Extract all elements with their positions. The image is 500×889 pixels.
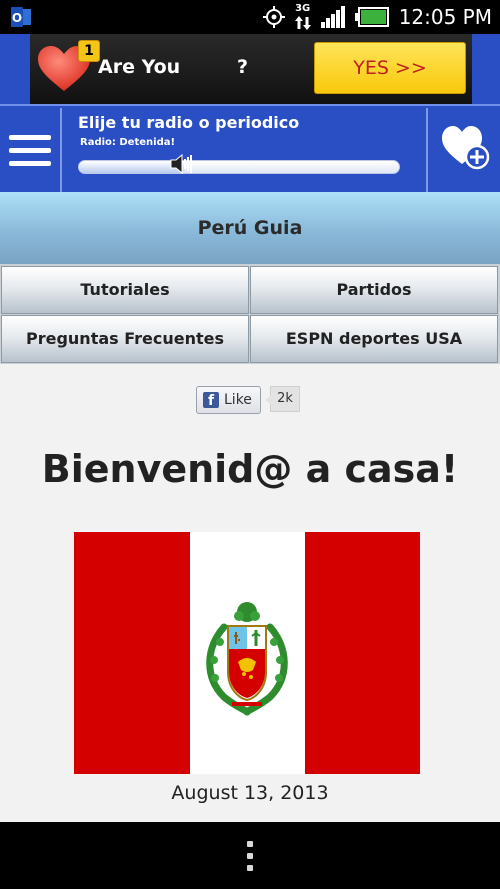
add-favorite-button[interactable] [430,108,500,192]
flag-red-right [305,532,420,774]
bottom-navigation-bar [0,822,500,889]
battery-icon [354,7,389,27]
post-date: August 13, 2013 [171,782,329,804]
like-count: 2k [265,386,300,412]
svg-text:O: O [12,11,22,25]
nav-partidos[interactable]: Partidos [250,266,498,314]
overflow-menu-button[interactable] [240,839,260,873]
nav-grid: Tutoriales Partidos Preguntas Frecuentes… [0,264,500,364]
ad-banner-area: 1 Are You ? YES >> [0,34,500,104]
welcome-heading: Bienvenid@ a casa! [41,447,459,491]
facebook-like-button[interactable]: f Like [196,386,261,414]
nav-espn-deportes[interactable]: ESPN deportes USA [250,315,498,363]
status-bar: O 3G 12:05 PM [0,0,500,34]
page-title: Perú Guia [0,192,500,264]
nav-tutoriales[interactable]: Tutoriales [1,266,249,314]
peru-flag-image [74,532,420,774]
radio-player: Elije tu radio o periodico Radio: Deteni… [64,108,428,192]
facebook-icon: f [203,392,219,409]
network-indicator: 3G [294,3,311,30]
nav-preguntas-frecuentes[interactable]: Preguntas Frecuentes [1,315,249,363]
web-content: Perú Guia Tutoriales Partidos Preguntas … [0,192,500,822]
signal-icon [320,6,345,28]
menu-button[interactable] [0,108,62,192]
notification-badge: 1 [78,40,100,62]
radio-status: Radio: Detenida! [80,137,176,148]
ad-text: Are You [98,56,181,78]
like-label: Like [224,392,252,408]
ad-question-mark: ? [237,56,249,78]
volume-slider[interactable] [78,160,400,174]
heart-plus-icon [442,126,490,170]
flag-red-left [74,532,190,774]
outlook-icon: O [11,7,31,27]
app-bar: Elije tu radio o periodico Radio: Deteni… [0,104,500,192]
ad-yes-button[interactable]: YES >> [314,42,466,94]
network-type: 3G [295,3,311,14]
gps-icon [262,6,285,28]
volume-speaker-icon[interactable] [170,153,194,175]
ad-banner[interactable]: 1 Are You ? YES >> [30,34,472,104]
data-arrows-icon [294,16,311,30]
clock: 12:05 PM [398,5,492,29]
radio-title: Elije tu radio o periodico [78,113,300,132]
